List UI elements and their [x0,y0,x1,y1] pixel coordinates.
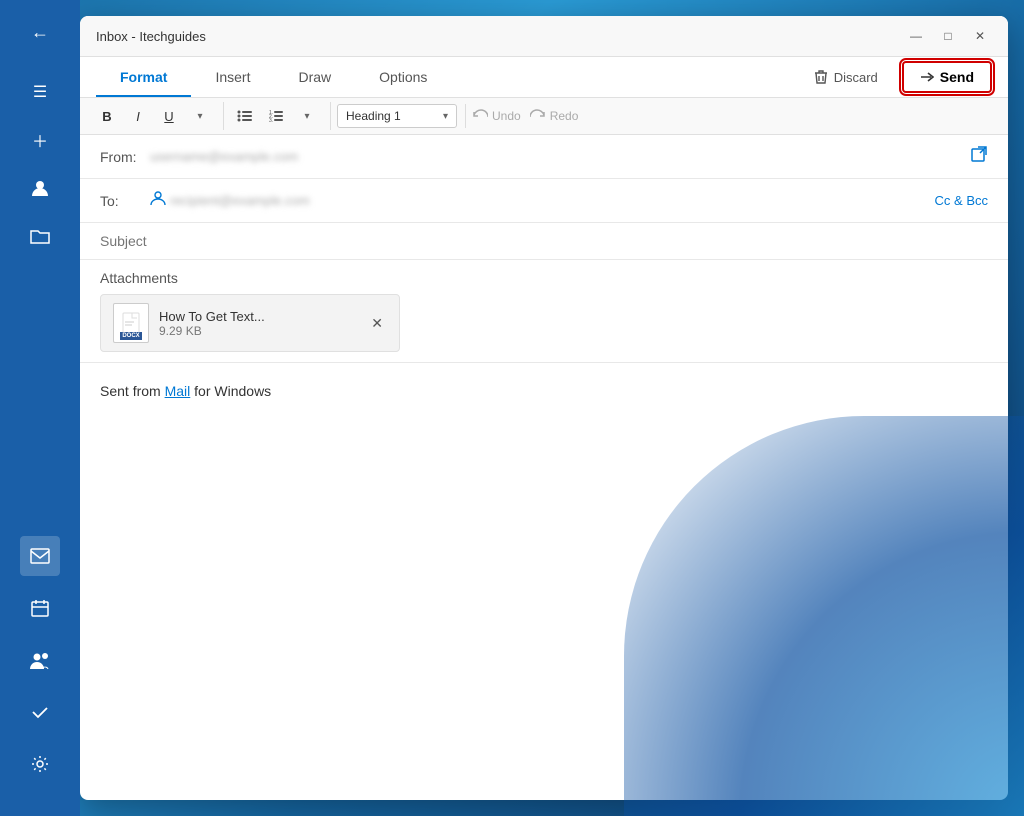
tab-insert[interactable]: Insert [191,57,274,97]
back-icon: ← [31,22,49,43]
sidebar-item-user[interactable] [20,168,60,208]
underline-button[interactable]: U [154,102,184,130]
discard-button[interactable]: Discard [802,63,890,91]
from-label: From: [100,149,150,165]
attachment-size: 9.29 KB [159,324,357,338]
formatting-toolbar: B I U ▾ 1 [80,98,1008,135]
calendar-icon [31,599,49,617]
folder-icon [30,227,50,245]
to-person-icon[interactable] [150,190,166,211]
undo-redo-group: Undo Redo [472,109,586,123]
hamburger-icon: ☰ [33,82,47,102]
tab-options[interactable]: Options [355,57,451,97]
tabs: Format Insert Draw Options [96,57,451,97]
svg-text:3.: 3. [269,118,273,123]
tab-format[interactable]: Format [96,57,191,97]
numbered-list-button[interactable]: 1. 2. 3. [261,102,291,130]
bullet-list-button[interactable] [230,102,260,130]
bold-button[interactable]: B [92,102,122,130]
titlebar: Inbox - Itechguides — □ ✕ [80,16,1008,57]
sidebar-item-mail[interactable] [20,536,60,576]
undo-button[interactable]: Undo [472,109,521,123]
open-external-icon[interactable] [970,145,988,168]
subject-row [80,223,1008,260]
person-icon [30,178,50,198]
subject-input[interactable] [100,233,988,249]
add-icon: ＋ [32,128,48,152]
checkmark-icon [31,703,49,721]
attachment-item: DOCX How To Get Text... 9.29 KB ✕ [100,294,400,352]
attachments-section: Attachments DOCX How To Get Text... 9.29… [80,260,1008,363]
italic-button[interactable]: I [123,102,153,130]
sidebar-item-folder[interactable] [20,216,60,256]
tabbar-actions: Discard Send [802,61,992,93]
docx-badge: DOCX [120,332,141,340]
redo-icon [530,109,546,123]
back-button[interactable]: ← [20,12,60,52]
sidebar-menu-icon[interactable]: ☰ [20,72,60,112]
heading-group: Heading 1 ▾ [337,104,466,128]
tabbar: Format Insert Draw Options Discard [80,57,1008,98]
heading-dropdown-chevron: ▾ [443,111,448,122]
people-icon [29,651,51,669]
window-controls: — □ ✕ [904,24,992,48]
minimize-button[interactable]: — [904,24,928,48]
numbered-list-icon: 1. 2. 3. [268,109,284,123]
heading-dropdown[interactable]: Heading 1 ▾ [337,104,457,128]
bullet-list-icon [237,109,253,123]
body-text: Sent from Mail for Windows [100,383,988,399]
sidebar-item-people[interactable] [20,640,60,680]
email-body[interactable]: Sent from Mail for Windows [80,363,1008,419]
undo-icon [472,109,488,123]
sidebar-add-button[interactable]: ＋ [20,120,60,160]
list-format-group: 1. 2. 3. ▾ [230,102,331,130]
to-row: To: recipient@example.com Cc & Bcc [80,179,1008,223]
redo-button[interactable]: Redo [530,109,579,123]
close-button[interactable]: ✕ [968,24,992,48]
attachments-label: Attachments [100,270,988,286]
attachment-file-icon: DOCX [113,303,149,343]
from-value: username@example.com [150,149,962,164]
to-value[interactable]: recipient@example.com [170,193,931,208]
trash-icon [814,69,828,85]
attachment-name: How To Get Text... [159,309,357,324]
mail-icon [30,548,50,564]
gear-icon [31,755,49,773]
sidebar-item-calendar[interactable] [20,588,60,628]
send-icon [920,70,934,84]
text-format-dropdown-button[interactable]: ▾ [185,102,215,130]
from-row: From: username@example.com [80,135,1008,179]
send-button[interactable]: Send [902,61,992,93]
list-dropdown-button[interactable]: ▾ [292,102,322,130]
window-title: Inbox - Itechguides [96,29,206,44]
sidebar-item-todo[interactable] [20,692,60,732]
tab-draw[interactable]: Draw [274,57,355,97]
sidebar: ← ☰ ＋ [0,0,80,816]
cc-bcc-button[interactable]: Cc & Bcc [935,193,988,208]
maximize-button[interactable]: □ [936,24,960,48]
text-format-group: B I U ▾ [92,102,224,130]
attachment-remove-button[interactable]: ✕ [367,311,387,336]
attachment-info: How To Get Text... 9.29 KB [159,309,357,338]
mail-link[interactable]: Mail [165,383,191,399]
sidebar-item-settings[interactable] [20,744,60,784]
to-label: To: [100,193,150,209]
